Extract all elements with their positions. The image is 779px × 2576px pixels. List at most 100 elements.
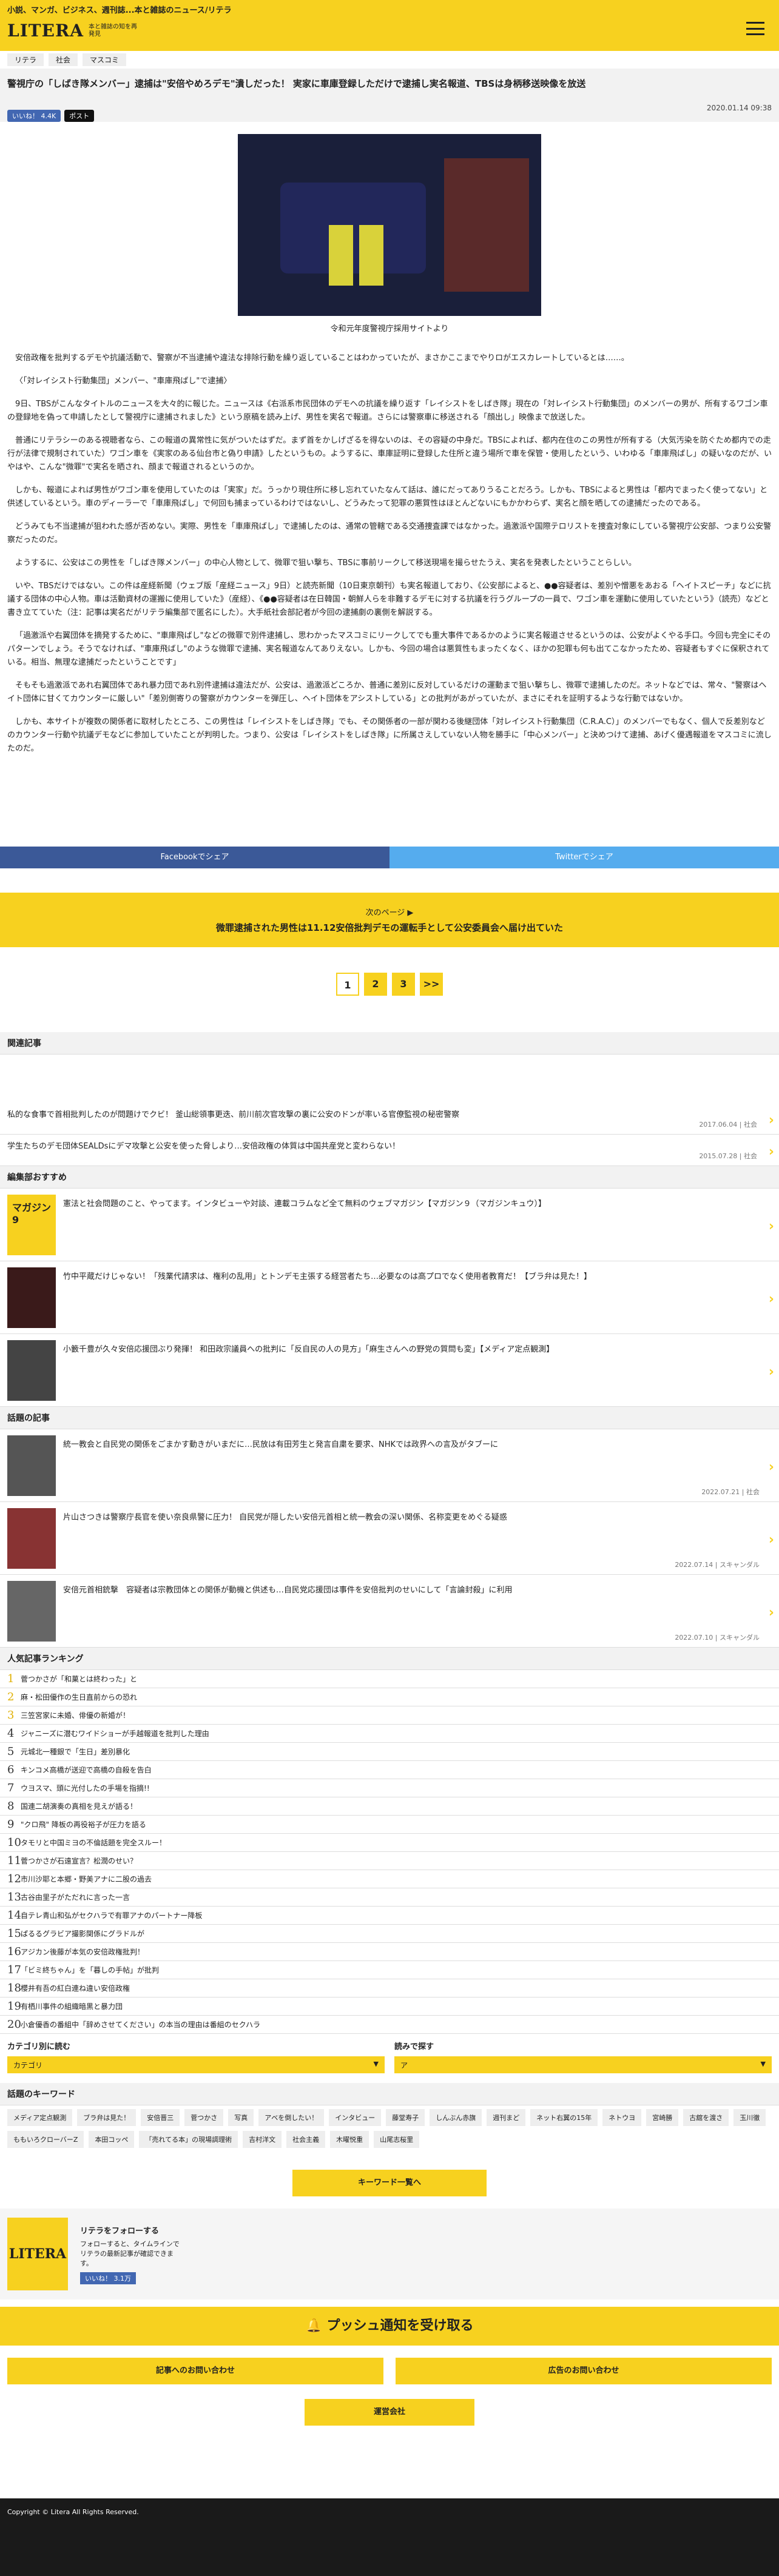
ranking-item[interactable]: 15 ぱるるグラビア撮影関係にグラドルが: [0, 1925, 779, 1943]
editors-pick-item[interactable]: マガジン9 憲法と社会問題のこと、やってます。インタビューや対談、連載コラムなど…: [0, 1189, 779, 1261]
editors-pick-item[interactable]: 小籔千豊が久々安倍応援団ぶり発揮！ 和田政宗議員への批判に「反自民の人の見方」「…: [0, 1334, 779, 1407]
keyword-tag[interactable]: アベを倒したい！: [258, 2109, 325, 2126]
breadcrumb: リテラ 社会 マスコミ: [0, 51, 779, 69]
x-post-button[interactable]: ポスト: [64, 110, 95, 122]
ranking-title: 三笠宮家に未婚、俳優の新婚が！: [21, 1711, 130, 1720]
twitter-share-button[interactable]: Twitterでシェア: [390, 847, 779, 868]
ranking-item[interactable]: 10 タモリと中国ミヨの不倫話題を完全スルー！: [0, 1834, 779, 1852]
keyword-tag[interactable]: 山尾志桜里: [374, 2131, 420, 2148]
ranking-item[interactable]: 20 小倉優香の番組中「辞めさせてください」の本当の理由は番組のセクハラ: [0, 2016, 779, 2034]
thumbnail: [7, 1340, 56, 1401]
keyword-tag[interactable]: 吉村洋文: [243, 2131, 282, 2148]
article-paragraph: しかも、本サイトが複数の関係者に取材したところ、この男性は「レイシストをしばき隊…: [7, 717, 772, 753]
ranking-item[interactable]: 6 キンコメ高橋が送迎で高橋の自殺を告白: [0, 1761, 779, 1779]
page-1[interactable]: 1: [336, 973, 359, 996]
ranking-item[interactable]: 19 有栖川事件の組織暗黒と暴力団: [0, 1997, 779, 2016]
keyword-tags: メディア定点観測 ブラ弁は見た！ 安倍晋三 菅つかさ 写真 アベを倒したい！ インタビュー藤…: [0, 2105, 779, 2152]
related-item[interactable]: 学生たちのデモ団体SEALDsにデマ攻撃と公安を使った脅しより…安倍政権の体質は…: [0, 1135, 779, 1166]
ranking-item[interactable]: 2 麻・松田優作の生日直前からの恐れ: [0, 1688, 779, 1706]
ranking-item[interactable]: 5 元城北一種銀で「生日」差別暴化: [0, 1743, 779, 1761]
ranking-title: 菅つかさが「和菓とは終わった」と: [21, 1675, 138, 1683]
thumbnail: [7, 1435, 56, 1496]
topical-item[interactable]: 安倍元首相銃撃 容疑者は宗教団体との関係が動機と供述も…自民党応援団は事件を安倍…: [0, 1575, 779, 1648]
ranking-number: 17: [7, 1964, 21, 1976]
ranking-item[interactable]: 13 古谷由里子がただれに言った一言: [0, 1888, 779, 1907]
article-body: 安倍政権を批判するデモや抗議活動で、警察が不当逮捕や違法な排除行動を繰り返してい…: [0, 334, 779, 756]
ranking-number: 4: [7, 1727, 15, 1740]
keyword-tag[interactable]: 古舘を渡さ: [683, 2109, 729, 2126]
category-select[interactable]: カテゴリ: [7, 2056, 385, 2073]
ranking-number: 1: [7, 1672, 15, 1685]
keyword-tag[interactable]: 「売れてる本」の現場調理術: [139, 2131, 238, 2148]
keyword-tag[interactable]: 写真: [228, 2109, 254, 2126]
chevron-right-icon: ›: [768, 1459, 774, 1475]
ranking-title: ウヨスマ、頭に光付したの手場を指摘!!: [21, 1784, 150, 1793]
ranking-item[interactable]: 4 ジャニーズに潜むワイドショーが手越報道を批判した理由: [0, 1725, 779, 1743]
breadcrumb-item[interactable]: マスコミ: [83, 53, 127, 66]
ranking-item[interactable]: 12 市川沙耶と本郷・野美アナに二股の過去: [0, 1870, 779, 1888]
topical-item[interactable]: 統一教会と自民党の関係をごまかす動きがいまだに…民放は有田芳生と発言自粛を要求、…: [0, 1429, 779, 1502]
keyword-list-button[interactable]: キーワード一覧へ: [292, 2170, 487, 2196]
ranking-item[interactable]: 18 櫻井有吾の紅白連ね違い安倍政権: [0, 1979, 779, 1997]
editors-pick-item[interactable]: 竹中平蔵だけじゃない！「残業代請求は、権利の乱用」とトンデモ主張する経営者たち……: [0, 1261, 779, 1334]
follow-box: LITERA リテラをフォローする フォローすると、タイムラインでリテラの最新記…: [0, 2209, 779, 2299]
reading-select[interactable]: ア: [394, 2056, 772, 2073]
facebook-like-button[interactable]: いいね！ 4.4K: [7, 110, 61, 122]
ranking-number: 5: [7, 1745, 15, 1758]
keyword-tag[interactable]: 社会主義: [286, 2131, 326, 2148]
site-logo[interactable]: LITERA 本と雑誌の知を再発見: [7, 21, 137, 41]
ad-inquiry-button[interactable]: 広告のお問い合わせ: [396, 2358, 772, 2384]
next-page-title: 微罪逮捕された男性は11.12安倍批判デモの運転手として公安委員会へ届け出ていた: [215, 922, 563, 933]
keyword-tag[interactable]: ももいろクローバーZ: [7, 2131, 84, 2148]
ranking-number: 16: [7, 1945, 21, 1958]
facebook-follow-like-button[interactable]: いいね！ 3.1万: [80, 2272, 136, 2284]
company-button[interactable]: 運営会社: [305, 2399, 474, 2426]
keyword-tag[interactable]: 菅つかさ: [184, 2109, 224, 2126]
article-paragraph: 安倍政権を批判するデモや抗議活動で、警察が不当逮捕や違法な排除行動を繰り返してい…: [15, 354, 629, 363]
ranking-item[interactable]: 7 ウヨスマ、頭に光付したの手場を指摘!!: [0, 1779, 779, 1797]
article-inquiry-button[interactable]: 記事へのお問い合わせ: [7, 2358, 383, 2384]
keyword-tag[interactable]: 木曜悦重: [330, 2131, 369, 2148]
keyword-tag[interactable]: ブラ弁は見た！: [77, 2109, 137, 2126]
ranking-item[interactable]: 14 自テレ青山和弘がセクハラで有罪アナのパートナー降板: [0, 1907, 779, 1925]
page-3[interactable]: 3: [392, 973, 415, 996]
keyword-tag[interactable]: しんぶん赤旗: [430, 2109, 482, 2126]
keyword-tag[interactable]: メディア定点観測: [7, 2109, 73, 2126]
ranking-number: 20: [7, 2018, 21, 2031]
keyword-tag[interactable]: 宮崎勝: [646, 2109, 679, 2126]
ranking-item[interactable]: 9 "クロ飛" 降板の再役裕子が圧力を語る: [0, 1816, 779, 1834]
related-item[interactable]: 私的な食事で首相批判したのが問題けでクビ！ 釜山総領事更迭、前川前次官攻撃の裏に…: [0, 1103, 779, 1135]
keyword-tag[interactable]: ネトウヨ: [602, 2109, 642, 2126]
ranking-title: ぱるるグラビア撮影関係にグラドルが: [21, 1930, 145, 1938]
facebook-share-button[interactable]: Facebookでシェア: [0, 847, 390, 868]
keyword-tag[interactable]: 週刊まど: [487, 2109, 526, 2126]
keyword-tag[interactable]: 藤堂寿子: [386, 2109, 425, 2126]
chevron-right-icon: ›: [768, 1291, 774, 1307]
breadcrumb-item[interactable]: 社会: [49, 53, 78, 66]
keyword-tag[interactable]: ネット右翼の15年: [530, 2109, 598, 2126]
ranking-item[interactable]: 17 「ビミ終ちゃん」を「暮しの手帖」が批判: [0, 1961, 779, 1979]
keyword-tag[interactable]: 安倍晋三: [141, 2109, 180, 2126]
article-paragraph: 「過激派や右翼団体を摘発するために、"車庫飛ばし"などの微罪で別件逮捕し、思わか…: [7, 631, 771, 667]
keyword-tag[interactable]: 玉川徹: [733, 2109, 766, 2126]
article-paragraph: そもそも過激派であれ右翼団体であれ暴力団であれ別件逮捕は違法だが、公安は、過激派…: [7, 681, 767, 703]
page-2[interactable]: 2: [364, 973, 387, 996]
breadcrumb-item[interactable]: リテラ: [7, 53, 44, 66]
ranking-title: 古谷由里子がただれに言った一言: [21, 1893, 130, 1902]
ranking-title: 菅つかさが石遠宣言？松潤のせい？: [21, 1857, 138, 1865]
keyword-tag[interactable]: インタビュー: [329, 2109, 382, 2126]
topical-item[interactable]: 片山さつきは警察庁長官を使い奈良県警に圧力！ 自民党が隠したい安倍元首相と統一教…: [0, 1502, 779, 1575]
ranking-item[interactable]: 16 アジカン後藤が本気の安倍政権批判！: [0, 1943, 779, 1961]
hamburger-menu-icon[interactable]: [746, 22, 764, 35]
site-footer: Copyright © Litera All Rights Reserved.: [0, 2498, 779, 2576]
ranking-item[interactable]: 8 国連二胡演奏の真相を見えが語る！: [0, 1797, 779, 1816]
ranking-item[interactable]: 1 菅つかさが「和菓とは終わった」と: [0, 1670, 779, 1688]
push-notification-button[interactable]: 🔔 プッシュ通知を受け取る: [0, 2307, 779, 2346]
ranking-title: タモリと中国ミヨの不倫話題を完全スルー！: [21, 1839, 167, 1847]
ranking-item[interactable]: 11 菅つかさが石遠宣言？松潤のせい？: [0, 1852, 779, 1870]
ranking-item[interactable]: 3 三笠宮家に未婚、俳優の新婚が！: [0, 1706, 779, 1725]
page-next[interactable]: >>: [420, 973, 443, 996]
article-header: 警視庁の「しばき隊メンバー」逮捕は"安倍やめろデモ"潰しだった！ 実家に車庫登録…: [0, 69, 779, 122]
next-page-link[interactable]: 次のページ ▶ 微罪逮捕された男性は11.12安倍批判デモの運転手として公安委員…: [0, 893, 779, 947]
keyword-tag[interactable]: 本田コッペ: [89, 2131, 135, 2148]
